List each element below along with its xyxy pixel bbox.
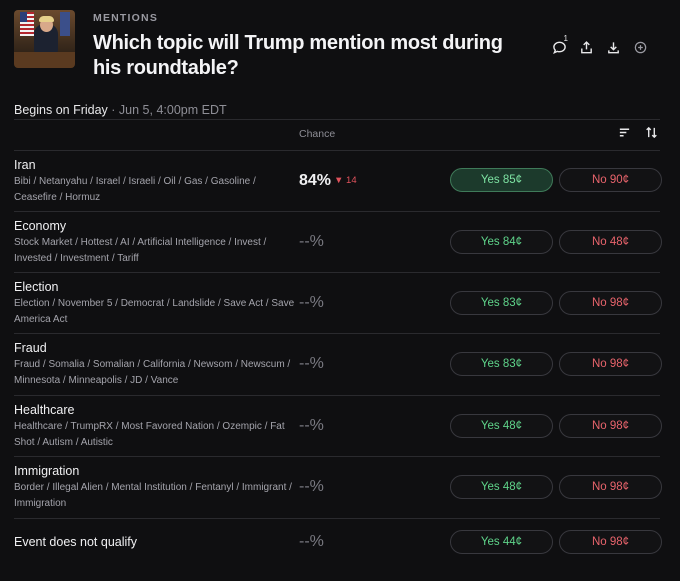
outcome-chance: --% xyxy=(299,294,324,311)
outcome-row-election: Election Election / November 5 / Democra… xyxy=(14,272,662,333)
outcome-chance: --% xyxy=(299,478,324,495)
buy-yes-button[interactable]: Yes 48¢ xyxy=(450,475,553,499)
outcome-name: Healthcare xyxy=(14,403,75,417)
buy-no-button[interactable]: No 98¢ xyxy=(559,530,662,554)
chance-column-header: Chance xyxy=(299,128,336,140)
meta-separator: · xyxy=(107,103,119,117)
comments-count-badge: 1 xyxy=(563,34,568,43)
person-hair xyxy=(39,16,54,22)
buy-no-button[interactable]: No 98¢ xyxy=(559,414,662,438)
outcome-name: Event does not qualify xyxy=(14,535,137,549)
outcome-chance: 84% xyxy=(299,172,332,189)
outcome-keywords: Healthcare / TrumpRX / Most Favored Nati… xyxy=(14,421,285,448)
header-actions: 1 xyxy=(546,34,654,57)
outcome-row-event-does-not-qualify: Event does not qualify --% Yes 44¢ No 98… xyxy=(14,518,662,568)
table-tools xyxy=(618,126,658,139)
buy-no-button[interactable]: No 98¢ xyxy=(559,291,662,315)
outcome-row-healthcare: Healthcare Healthcare / TrumpRX / Most F… xyxy=(14,395,662,456)
outcome-name: Fraud xyxy=(14,341,47,355)
category-label: MENTIONS xyxy=(93,12,159,24)
desk-shape xyxy=(14,52,75,68)
buy-no-button[interactable]: No 98¢ xyxy=(559,352,662,376)
buy-no-button[interactable]: No 48¢ xyxy=(559,230,662,254)
outcome-chance: --% xyxy=(299,533,324,550)
outcome-name: Iran xyxy=(14,158,36,172)
market-header: MENTIONS Which topic will Trump mention … xyxy=(14,10,666,90)
flag-icon xyxy=(20,12,34,36)
buy-yes-button[interactable]: Yes 85¢ xyxy=(450,168,553,192)
share-icon xyxy=(581,40,592,53)
buy-no-button[interactable]: No 90¢ xyxy=(559,168,662,192)
outcome-keywords: Fraud / Somalia / Somalian / California … xyxy=(14,359,291,386)
outcome-row-economy: Economy Stock Market / Hottest / AI / Ar… xyxy=(14,211,662,272)
share-button[interactable] xyxy=(573,37,600,57)
comments-button[interactable]: 1 xyxy=(546,34,573,57)
outcome-keywords: Border / Illegal Alien / Mental Institut… xyxy=(14,482,292,509)
sort-lines-icon[interactable] xyxy=(618,126,631,139)
buy-no-button[interactable]: No 98¢ xyxy=(559,475,662,499)
buy-yes-button[interactable]: Yes 44¢ xyxy=(450,530,553,554)
outcome-keywords: Bibi / Netanyahu / Israel / Israeli / Oi… xyxy=(14,176,256,203)
outcome-chance: --% xyxy=(299,233,324,250)
buy-yes-button[interactable]: Yes 83¢ xyxy=(450,352,553,376)
divider xyxy=(14,119,660,120)
event-schedule: Begins on Friday · Jun 5, 4:00pm EDT xyxy=(14,103,227,117)
chance-change: ▼ 14 xyxy=(334,175,357,186)
market-thumbnail-image xyxy=(14,10,75,68)
outcome-row-fraud: Fraud Fraud / Somalia / Somalian / Calif… xyxy=(14,333,662,395)
outcome-keywords: Election / November 5 / Democrat / Lands… xyxy=(14,298,295,325)
download-icon xyxy=(608,41,619,53)
page-title: Which topic will Trump mention most duri… xyxy=(93,32,503,79)
outcome-name: Immigration xyxy=(14,464,80,478)
flag-icon xyxy=(60,12,70,36)
outcome-chance: --% xyxy=(299,417,324,434)
outcome-name: Economy xyxy=(14,219,67,233)
buy-yes-button[interactable]: Yes 84¢ xyxy=(450,230,553,254)
buy-yes-button[interactable]: Yes 48¢ xyxy=(450,414,553,438)
begins-label: Begins on Friday xyxy=(14,103,108,117)
outcome-row-iran: Iran Bibi / Netanyahu / Israel / Israeli… xyxy=(14,150,662,211)
outcome-name: Election xyxy=(14,280,59,294)
outcome-row-immigration: Immigration Border / Illegal Alien / Men… xyxy=(14,456,662,518)
outcome-chance: --% xyxy=(299,355,324,372)
event-date: Jun 5, 4:00pm EDT xyxy=(118,103,227,117)
add-button[interactable] xyxy=(627,37,654,57)
plus-circle-icon xyxy=(634,41,647,53)
outcome-keywords: Stock Market / Hottest / AI / Artificial… xyxy=(14,237,267,264)
download-button[interactable] xyxy=(600,37,627,57)
buy-yes-button[interactable]: Yes 83¢ xyxy=(450,291,553,315)
sort-arrows-icon[interactable] xyxy=(645,126,658,139)
